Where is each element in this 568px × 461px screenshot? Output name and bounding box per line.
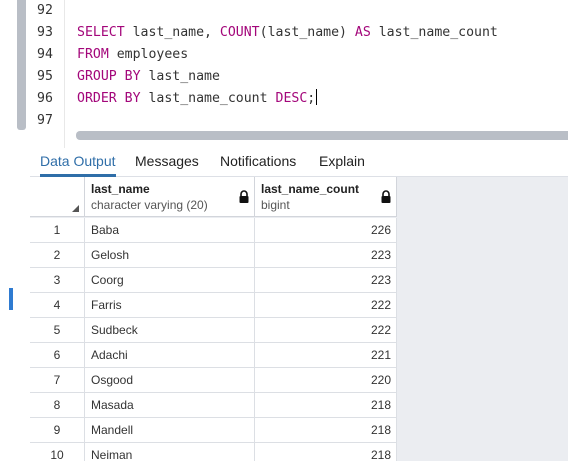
sql-text: last_name, bbox=[124, 25, 220, 40]
text-cursor bbox=[316, 89, 318, 105]
row-number[interactable]: 4 bbox=[30, 293, 85, 317]
line-number: 96 bbox=[37, 91, 53, 106]
sql-keyword: COUNT bbox=[219, 25, 260, 40]
line-number: 92 bbox=[37, 3, 53, 18]
code-line[interactable]: 93 SELECT last_name, COUNT(last_name) AS … bbox=[30, 22, 568, 44]
cell-last-name-count[interactable]: 218 bbox=[255, 443, 397, 461]
cell-last-name[interactable]: Adachi bbox=[85, 343, 255, 367]
column-type: bigint bbox=[261, 198, 290, 212]
tab-data-output[interactable]: Data Output bbox=[40, 148, 116, 177]
cell-last-name-count[interactable]: 223 bbox=[255, 243, 397, 267]
sql-keyword: FROM bbox=[77, 47, 109, 62]
code-line[interactable]: 96 ORDER BY last_name_count DESC; bbox=[30, 88, 568, 110]
code-line[interactable]: 94 FROM employees bbox=[30, 44, 568, 66]
editor-vertical-scrollbar[interactable] bbox=[17, 0, 26, 130]
table-row[interactable]: 2 Gelosh 223 bbox=[30, 243, 397, 268]
cell-last-name-count[interactable]: 223 bbox=[255, 268, 397, 292]
sql-text: last_name_count bbox=[140, 91, 276, 106]
code-line[interactable]: 95 GROUP BY last_name bbox=[30, 66, 568, 88]
cell-last-name[interactable]: Neiman bbox=[85, 443, 255, 461]
tab-notifications[interactable]: Notifications bbox=[220, 148, 296, 177]
cell-last-name[interactable]: Masada bbox=[85, 393, 255, 417]
sql-text: (last_name) bbox=[259, 25, 355, 40]
cell-last-name[interactable]: Gelosh bbox=[85, 243, 255, 267]
column-type: character varying (20) bbox=[91, 198, 208, 212]
sql-text: last_name bbox=[140, 69, 220, 84]
cell-last-name-count[interactable]: 222 bbox=[255, 293, 397, 317]
column-name: last_name bbox=[91, 182, 150, 196]
line-code: FROM employees bbox=[77, 44, 188, 66]
sql-keyword: SELECT bbox=[77, 25, 125, 40]
table-row[interactable]: 3 Coorg 223 bbox=[30, 268, 397, 293]
row-number[interactable]: 8 bbox=[30, 393, 85, 417]
row-number[interactable]: 1 bbox=[30, 218, 85, 242]
row-number[interactable]: 10 bbox=[30, 443, 85, 461]
sql-text: ; bbox=[307, 91, 316, 106]
panel-resize-marker[interactable] bbox=[9, 288, 13, 310]
table-row[interactable]: 10 Neiman 218 bbox=[30, 443, 397, 461]
tab-messages[interactable]: Messages bbox=[135, 148, 199, 177]
corner-triangle-icon bbox=[72, 205, 79, 212]
row-number[interactable]: 6 bbox=[30, 343, 85, 367]
code-line[interactable]: 92 bbox=[30, 0, 568, 22]
row-number[interactable]: 9 bbox=[30, 418, 85, 442]
cell-last-name[interactable]: Coorg bbox=[85, 268, 255, 292]
editor-horizontal-scrollbar[interactable] bbox=[76, 131, 568, 140]
sql-keyword: AS bbox=[354, 25, 371, 40]
line-code: GROUP BY last_name bbox=[77, 66, 220, 88]
cell-last-name[interactable]: Mandell bbox=[85, 418, 255, 442]
line-number: 94 bbox=[37, 47, 53, 62]
cell-last-name[interactable]: Farris bbox=[85, 293, 255, 317]
table-row[interactable]: 7 Osgood 220 bbox=[30, 368, 397, 393]
cell-last-name[interactable]: Baba bbox=[85, 218, 255, 242]
query-editor[interactable]: 92 93 SELECT last_name, COUNT(last_name) A… bbox=[30, 0, 568, 148]
sql-keyword: DESC bbox=[275, 91, 308, 106]
tab-explain[interactable]: Explain bbox=[319, 148, 365, 177]
cell-last-name-count[interactable]: 218 bbox=[255, 418, 397, 442]
cell-last-name-count[interactable]: 218 bbox=[255, 393, 397, 417]
sql-keyword: ORDER BY bbox=[77, 91, 141, 106]
lock-icon bbox=[239, 190, 249, 203]
column-header-last-name[interactable]: last_name character varying (20) bbox=[85, 177, 255, 217]
sql-text: employees bbox=[108, 47, 189, 62]
table-row[interactable]: 8 Masada 218 bbox=[30, 393, 397, 418]
table-row[interactable]: 6 Adachi 221 bbox=[30, 343, 397, 368]
lock-icon bbox=[381, 190, 391, 203]
cell-last-name-count[interactable]: 220 bbox=[255, 368, 397, 392]
cell-last-name-count[interactable]: 222 bbox=[255, 318, 397, 342]
sql-keyword: GROUP BY bbox=[77, 69, 141, 84]
code-line[interactable]: 97 bbox=[30, 110, 568, 132]
table-row[interactable]: 9 Mandell 218 bbox=[30, 418, 397, 443]
row-number[interactable]: 5 bbox=[30, 318, 85, 342]
line-code: ORDER BY last_name_count DESC; bbox=[77, 88, 318, 110]
row-number[interactable]: 7 bbox=[30, 368, 85, 392]
row-number[interactable]: 3 bbox=[30, 268, 85, 292]
line-number: 95 bbox=[37, 69, 53, 84]
line-number: 97 bbox=[37, 113, 53, 128]
results-tab-bar: Data Output Messages Notifications Expla… bbox=[30, 148, 568, 177]
column-name: last_name_count bbox=[261, 182, 360, 196]
cell-last-name-count[interactable]: 221 bbox=[255, 343, 397, 367]
line-number: 93 bbox=[37, 25, 53, 40]
row-number[interactable]: 2 bbox=[30, 243, 85, 267]
sql-text: last_name_count bbox=[370, 25, 498, 40]
grid-header: last_name character varying (20) last_na… bbox=[30, 177, 397, 217]
cell-last-name[interactable]: Sudbeck bbox=[85, 318, 255, 342]
data-output-grid: last_name character varying (20) last_na… bbox=[30, 177, 568, 461]
column-header-last-name-count[interactable]: last_name_count bigint bbox=[255, 177, 397, 217]
table-row[interactable]: 1 Baba 226 bbox=[30, 218, 397, 243]
cell-last-name[interactable]: Osgood bbox=[85, 368, 255, 392]
select-all-corner[interactable] bbox=[30, 177, 85, 217]
cell-last-name-count[interactable]: 226 bbox=[255, 218, 397, 242]
table-row[interactable]: 4 Farris 222 bbox=[30, 293, 397, 318]
line-code: SELECT last_name, COUNT(last_name) AS la… bbox=[77, 22, 498, 44]
table-row[interactable]: 5 Sudbeck 222 bbox=[30, 318, 397, 343]
